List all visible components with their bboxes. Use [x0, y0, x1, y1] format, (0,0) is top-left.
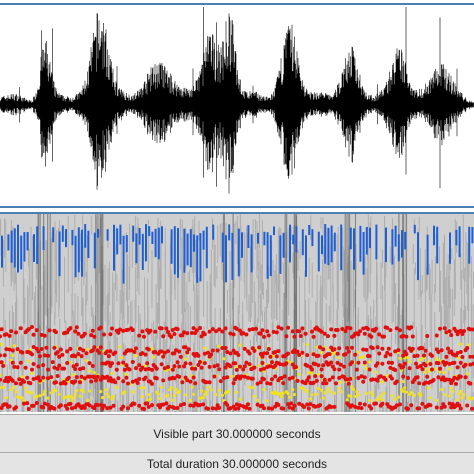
spectrogram-panel[interactable]: [0, 212, 474, 412]
total-duration-button[interactable]: Total duration 30.000000 seconds: [0, 452, 474, 474]
visible-part-button[interactable]: Visible part 30.000000 seconds: [0, 414, 474, 452]
waveform-trace: [0, 7, 474, 194]
waveform-plot: [0, 7, 474, 194]
waveform-panel[interactable]: [0, 3, 474, 208]
sound-editor-window: Visible part 30.000000 seconds Total dur…: [0, 0, 474, 474]
total-duration-label: Total duration 30.000000 seconds: [146, 456, 328, 471]
visible-part-label: Visible part 30.000000 seconds: [153, 426, 321, 441]
spectrogram-plot: [0, 214, 474, 412]
